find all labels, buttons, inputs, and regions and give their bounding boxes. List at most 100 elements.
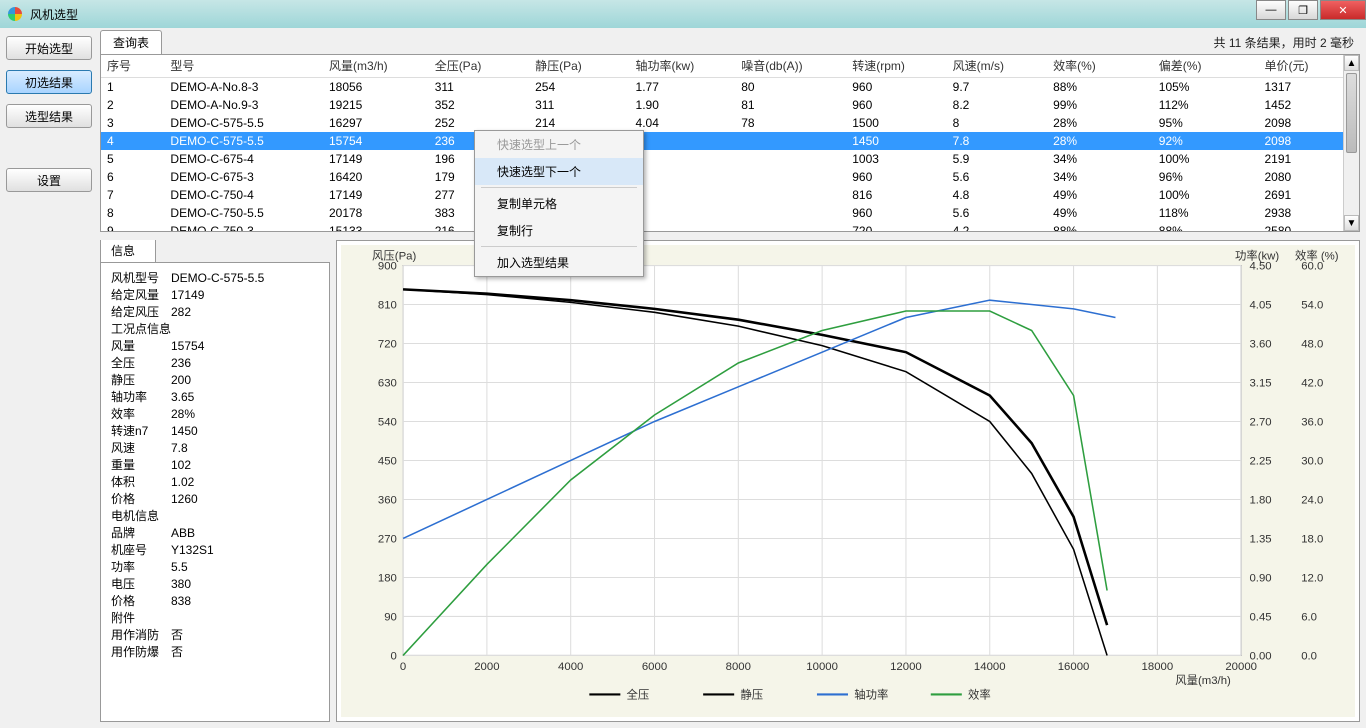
maximize-button[interactable]: ❐ xyxy=(1288,0,1318,20)
column-header[interactable]: 序号 xyxy=(101,55,164,77)
scroll-thumb[interactable] xyxy=(1346,73,1357,153)
svg-text:1.35: 1.35 xyxy=(1249,534,1271,546)
preselect-results-button[interactable]: 初选结果 xyxy=(6,70,92,94)
column-header[interactable]: 静压(Pa) xyxy=(529,55,629,77)
svg-text:90: 90 xyxy=(384,612,397,624)
svg-text:270: 270 xyxy=(378,534,397,546)
svg-text:810: 810 xyxy=(378,300,397,312)
window-title: 风机选型 xyxy=(30,6,78,23)
table-row[interactable]: 7DEMO-C-750-4171492772638164.849%100%269… xyxy=(101,186,1359,204)
detail-row: 工况点信息 xyxy=(111,320,319,337)
column-header[interactable]: 风速(m/s) xyxy=(947,55,1047,77)
svg-text:风压(Pa): 风压(Pa) xyxy=(372,249,416,262)
column-header[interactable]: 轴功率(kw) xyxy=(630,55,736,77)
detail-row: 价格838 xyxy=(111,592,319,609)
title-bar: 风机选型 — ❐ ✕ xyxy=(0,0,1366,28)
detail-row: 电压380 xyxy=(111,575,319,592)
detail-row: 转速n71450 xyxy=(111,422,319,439)
svg-text:630: 630 xyxy=(378,378,397,390)
detail-row: 风量15754 xyxy=(111,337,319,354)
svg-text:3.15: 3.15 xyxy=(1249,378,1271,390)
svg-text:3.60: 3.60 xyxy=(1249,339,1271,351)
svg-text:功率(kw): 功率(kw) xyxy=(1235,248,1279,262)
menu-add-result[interactable]: 加入选型结果 xyxy=(475,249,643,276)
column-header[interactable]: 全压(Pa) xyxy=(429,55,529,77)
svg-text:900: 900 xyxy=(378,261,397,273)
svg-text:全压: 全压 xyxy=(627,688,650,702)
scroll-up-icon[interactable]: ▲ xyxy=(1344,55,1359,71)
svg-text:20000: 20000 xyxy=(1225,661,1257,673)
table-row[interactable]: 5DEMO-C-675-41714919617510035.934%100%21… xyxy=(101,150,1359,168)
column-header[interactable]: 型号 xyxy=(164,55,323,77)
svg-text:2.25: 2.25 xyxy=(1249,456,1271,468)
table-row[interactable]: 8DEMO-C-750-5.5201783833649605.649%118%2… xyxy=(101,204,1359,222)
results-table-panel: 序号型号风量(m3/h)全压(Pa)静压(Pa)轴功率(kw)噪音(db(A))… xyxy=(100,54,1360,232)
sidebar: 开始选型 初选结果 选型结果 设置 xyxy=(0,28,98,728)
start-selection-button[interactable]: 开始选型 xyxy=(6,36,92,60)
detail-row: 给定风压282 xyxy=(111,303,319,320)
svg-text:0: 0 xyxy=(400,661,406,673)
svg-text:10000: 10000 xyxy=(806,661,838,673)
detail-row: 功率5.5 xyxy=(111,558,319,575)
table-row[interactable]: 3DEMO-C-575-5.5162972522144.04781500828%… xyxy=(101,114,1359,132)
svg-text:0.90: 0.90 xyxy=(1249,573,1271,585)
svg-text:4000: 4000 xyxy=(558,661,583,673)
detail-row: 给定风量17149 xyxy=(111,286,319,303)
svg-text:0.00: 0.00 xyxy=(1249,651,1271,663)
column-header[interactable]: 效率(%) xyxy=(1047,55,1153,77)
settings-button[interactable]: 设置 xyxy=(6,168,92,192)
tab-query[interactable]: 查询表 xyxy=(100,30,162,54)
tab-detail[interactable]: 详细信息 xyxy=(100,240,156,262)
table-scrollbar[interactable]: ▲ ▼ xyxy=(1343,55,1359,231)
status-text: 共 11 条结果，用时 2 毫秒 xyxy=(1214,34,1354,51)
svg-text:2000: 2000 xyxy=(474,661,499,673)
minimize-button[interactable]: — xyxy=(1256,0,1286,20)
svg-text:540: 540 xyxy=(378,417,397,429)
column-header[interactable]: 噪音(db(A)) xyxy=(735,55,846,77)
detail-row: 体积1.02 xyxy=(111,473,319,490)
svg-text:4.50: 4.50 xyxy=(1249,261,1271,273)
svg-text:42.0: 42.0 xyxy=(1301,378,1323,390)
close-button[interactable]: ✕ xyxy=(1320,0,1366,20)
detail-row: 效率28% xyxy=(111,405,319,422)
svg-text:2.70: 2.70 xyxy=(1249,417,1271,429)
svg-text:18000: 18000 xyxy=(1142,661,1174,673)
detail-row: 风机型号DEMO-C-575-5.5 xyxy=(111,269,319,286)
scroll-down-icon[interactable]: ▼ xyxy=(1344,215,1359,231)
svg-text:效率 (%): 效率 (%) xyxy=(1295,248,1339,262)
app-icon xyxy=(8,7,22,21)
table-row[interactable]: 9DEMO-C-750-3151332162057204.288%88%2580 xyxy=(101,222,1359,233)
svg-text:14000: 14000 xyxy=(974,661,1006,673)
results-table[interactable]: 序号型号风量(m3/h)全压(Pa)静压(Pa)轴功率(kw)噪音(db(A))… xyxy=(101,55,1359,232)
menu-copy-cell[interactable]: 复制单元格 xyxy=(475,190,643,217)
menu-copy-row[interactable]: 复制行 xyxy=(475,217,643,244)
detail-row: 品牌ABB xyxy=(111,524,319,541)
detail-row: 轴功率3.65 xyxy=(111,388,319,405)
svg-text:0.0: 0.0 xyxy=(1301,651,1317,663)
svg-text:54.0: 54.0 xyxy=(1301,300,1323,312)
table-row[interactable]: 6DEMO-C-675-3164201791619605.634%96%2080 xyxy=(101,168,1359,186)
detail-row: 用作防爆否 xyxy=(111,643,319,660)
svg-text:18.0: 18.0 xyxy=(1301,534,1323,546)
svg-text:720: 720 xyxy=(378,339,397,351)
menu-next[interactable]: 快速选型下一个 xyxy=(475,158,643,185)
svg-text:36.0: 36.0 xyxy=(1301,417,1323,429)
table-row[interactable]: 4DEMO-C-575-5.51575423620014507.828%92%2… xyxy=(101,132,1359,150)
fan-curve-chart: 0200040006000800010000120001400016000180… xyxy=(341,245,1355,717)
detail-panel: 风机型号DEMO-C-575-5.5给定风量17149给定风压282工况点信息风… xyxy=(100,262,330,722)
selection-results-button[interactable]: 选型结果 xyxy=(6,104,92,128)
svg-text:12.0: 12.0 xyxy=(1301,573,1323,585)
detail-row: 用作消防否 xyxy=(111,626,319,643)
column-header[interactable]: 风量(m3/h) xyxy=(323,55,429,77)
svg-text:1.80: 1.80 xyxy=(1249,495,1271,507)
context-menu: 快速选型上一个 快速选型下一个 复制单元格 复制行 加入选型结果 xyxy=(474,130,644,277)
column-header[interactable]: 转速(rpm) xyxy=(846,55,946,77)
table-row[interactable]: 2DEMO-A-No.9-3192153523111.90819608.299%… xyxy=(101,96,1359,114)
svg-text:0.45: 0.45 xyxy=(1249,612,1271,624)
column-header[interactable]: 偏差(%) xyxy=(1153,55,1259,77)
svg-text:0: 0 xyxy=(391,651,397,663)
table-row[interactable]: 1DEMO-A-No.8-3180563112541.77809609.788%… xyxy=(101,77,1359,96)
svg-text:轴功率: 轴功率 xyxy=(854,688,888,702)
detail-row: 价格1260 xyxy=(111,490,319,507)
svg-text:30.0: 30.0 xyxy=(1301,456,1323,468)
